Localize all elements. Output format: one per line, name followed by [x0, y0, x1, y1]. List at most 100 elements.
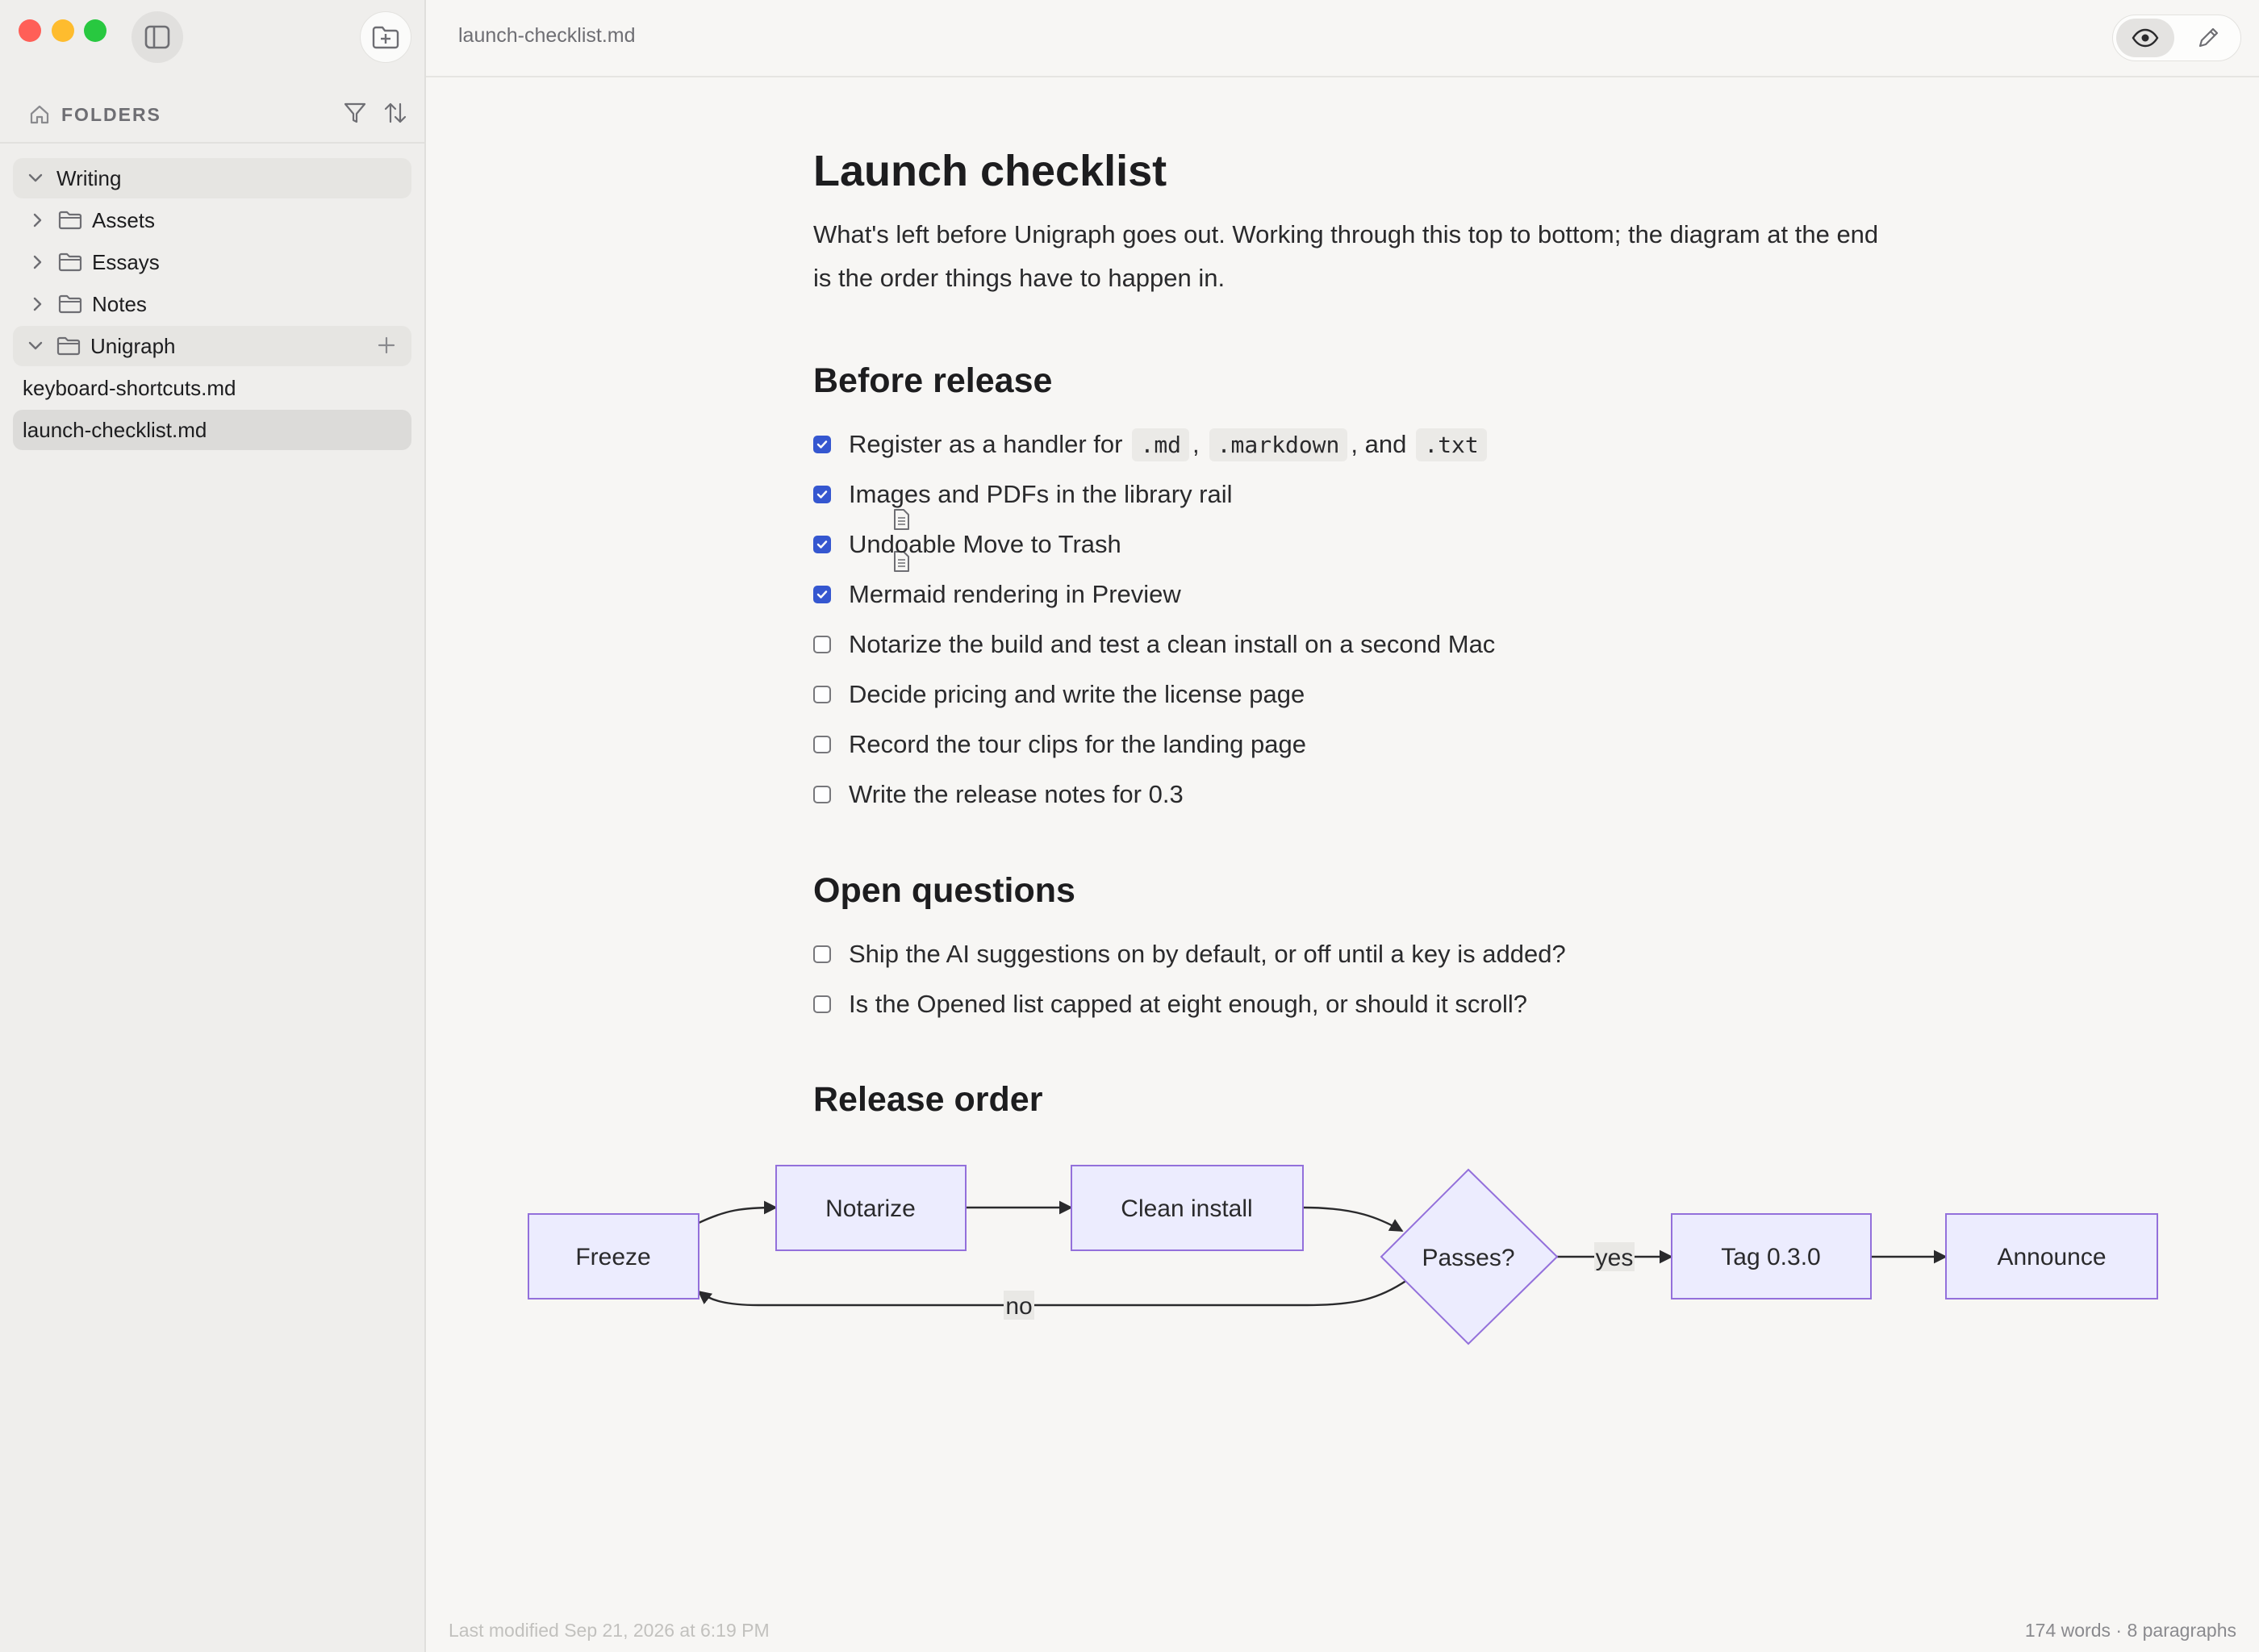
tree-folder-label: Essays [92, 249, 160, 274]
checkbox-unchecked[interactable] [813, 636, 831, 653]
edit-mode-button[interactable] [2182, 19, 2234, 57]
sort-icon[interactable] [382, 100, 408, 126]
checklist-item-text: Ship the AI suggestions on by default, o… [849, 940, 1566, 968]
home-icon [30, 105, 49, 124]
tree-folder-unigraph[interactable]: Unigraph [13, 326, 411, 366]
chevron-right-icon[interactable] [29, 296, 45, 312]
checklist-item: Ship the AI suggestions on by default, o… [813, 929, 1566, 979]
document-tab-title[interactable]: launch-checklist.md [458, 24, 636, 48]
folder-icon [58, 211, 82, 230]
checkbox-unchecked[interactable] [813, 786, 831, 803]
close-window-button[interactable] [19, 19, 41, 42]
checkbox-unchecked[interactable] [813, 736, 831, 753]
checklist-item: Is the Opened list capped at eight enoug… [813, 979, 1566, 1029]
checklist-item-text: , and [1351, 430, 1407, 458]
checklist-item-text: Decide pricing and write the license pag… [849, 680, 1305, 708]
edge-freeze-notarize [698, 1200, 778, 1224]
checklist-item-text: Notarize the build and test a clean inst… [849, 630, 1496, 658]
inline-code: .txt [1416, 428, 1487, 461]
checkbox-checked[interactable] [813, 586, 831, 603]
tree-folder-assets[interactable]: Assets [13, 200, 411, 240]
folders-header-label: FOLDERS [61, 103, 161, 125]
tree-file-keyboard-shortcuts[interactable]: keyboard-shortcuts.md [13, 368, 909, 530]
preview-mode-button[interactable] [2116, 19, 2174, 57]
tree-folder-label: Notes [92, 291, 147, 316]
checklist-item-text: Undoable Move to Trash [849, 530, 1121, 558]
toggle-sidebar-button[interactable] [132, 11, 183, 63]
checkbox-checked[interactable] [813, 536, 831, 553]
document-title: Launch checklist [813, 147, 1167, 195]
eye-icon [2132, 28, 2159, 48]
pencil-icon [2198, 27, 2219, 48]
chevron-down-icon[interactable] [27, 340, 44, 352]
tree-folder-essays[interactable]: Essays [13, 242, 411, 282]
checklist-item: Undoable Move to Trash [813, 519, 1495, 569]
checklist-item-text: Write the release notes for 0.3 [849, 780, 1184, 808]
checkbox-checked[interactable] [813, 486, 831, 503]
inline-code: .markdown [1209, 428, 1348, 461]
node-clean-install-label: Clean install [1121, 1195, 1252, 1222]
tree-folder-label: Writing [56, 165, 122, 190]
tree-folder-writing[interactable]: Writing [13, 158, 411, 198]
checklist-item: Mermaid rendering in Preview [813, 569, 1495, 620]
heading-open-questions: Open questions [813, 871, 1075, 910]
tree-file-label: launch-checklist.md [23, 417, 207, 442]
folder-icon [56, 336, 81, 356]
edge-clean-install-passes [1302, 1206, 1404, 1233]
checkbox-checked[interactable] [813, 436, 831, 453]
edge-passes-freeze [697, 1279, 1408, 1307]
last-modified-status: Last modified Sep 21, 2026 at 6:19 PM [449, 1620, 770, 1641]
tree-folder-notes[interactable]: Notes [13, 284, 411, 324]
edge-label-yes: yes [1596, 1245, 1634, 1271]
open-questions-checklist: Ship the AI suggestions on by default, o… [813, 929, 1566, 1029]
folders-header: FOLDERS [29, 100, 408, 129]
checklist-item: Images and PDFs in the library rail [813, 469, 1495, 519]
checklist-item: Record the tour clips for the landing pa… [813, 720, 1495, 770]
checkbox-unchecked[interactable] [813, 995, 831, 1013]
checklist-item-text: Record the tour clips for the landing pa… [849, 730, 1306, 758]
edge-label-no: no [1005, 1293, 1032, 1320]
checklist-item-text: Register as a handler for [849, 430, 1123, 458]
new-folder-button[interactable] [360, 11, 411, 63]
sidebar-icon [144, 25, 170, 49]
folder-plus-icon [372, 26, 399, 49]
filter-icon[interactable] [342, 100, 368, 126]
folder-icon [58, 252, 82, 272]
checklist-item-text: Mermaid rendering in Preview [849, 580, 1181, 608]
tree-folder-label: Assets [92, 207, 156, 232]
minimize-window-button[interactable] [52, 19, 74, 42]
node-passes-label: Passes? [1422, 1245, 1514, 1271]
checkbox-unchecked[interactable] [813, 686, 831, 703]
tree-folder-label: Unigraph [90, 333, 176, 358]
folder-icon [58, 294, 82, 314]
checklist-item-text: Is the Opened list capped at eight enoug… [849, 990, 1527, 1018]
add-note-icon[interactable] [376, 335, 397, 361]
checklist-item-text: , [1192, 430, 1200, 458]
inline-code: .md [1132, 428, 1190, 461]
checklist-item: Register as a handler for .md , .markdow… [813, 419, 1495, 469]
chevron-down-icon[interactable] [27, 173, 44, 184]
chevron-right-icon[interactable] [29, 254, 45, 270]
node-notarize-label: Notarize [825, 1195, 916, 1222]
chevron-right-icon[interactable] [29, 212, 45, 228]
sidebar-divider [0, 142, 424, 144]
node-announce-label: Announce [1997, 1244, 2106, 1270]
zoom-window-button[interactable] [84, 19, 106, 42]
document-stats: 174 words · 8 paragraphs [2024, 1620, 2236, 1641]
checklist-item-text: Images and PDFs in the library rail [849, 480, 1233, 508]
checklist-item: Write the release notes for 0.3 [813, 770, 1495, 820]
node-freeze-label: Freeze [575, 1244, 650, 1270]
heading-release-order: Release order [813, 1080, 1043, 1119]
node-tag-label: Tag 0.3.0 [1721, 1244, 1820, 1270]
document-intro: What's left before Unigraph goes out. Wo… [813, 220, 1879, 292]
release-order-diagram: yes no Freeze Notarize Clean install Pas… [528, 1165, 2158, 1345]
view-mode-toggle [2112, 15, 2241, 61]
checkbox-unchecked[interactable] [813, 945, 831, 963]
tree-file-launch-checklist[interactable]: launch-checklist.md [13, 410, 909, 572]
sidebar: FOLDERS Writing Assets Essays Notes Unig… [0, 0, 909, 1652]
folder-tree: Writing Assets Essays Notes Unigraph key… [13, 158, 909, 572]
checklist-item: Decide pricing and write the license pag… [813, 670, 1495, 720]
document-preview: Launch checklist What's left before Unig… [813, 140, 1886, 1119]
heading-before-release: Before release [813, 361, 1053, 400]
before-release-checklist: Register as a handler for .md , .markdow… [813, 419, 1495, 820]
